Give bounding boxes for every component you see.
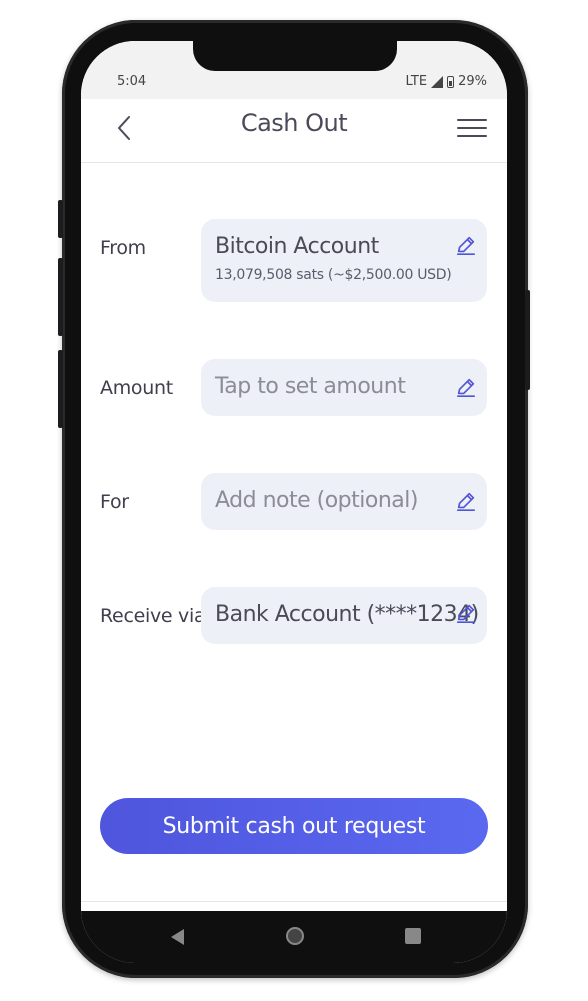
note-field[interactable]: Add note (optional) [201, 473, 487, 530]
nav-home-icon[interactable] [286, 927, 304, 945]
from-account-field[interactable]: Bitcoin Account 13,079,508 sats (~$2,500… [201, 219, 487, 302]
volume-down-button [58, 350, 63, 428]
edit-pencil-icon[interactable] [455, 234, 477, 256]
hamburger-menu-icon[interactable] [457, 113, 487, 143]
amount-placeholder: Tap to set amount [215, 374, 406, 399]
nav-recents-icon[interactable] [405, 928, 421, 944]
edit-pencil-icon[interactable] [455, 490, 477, 512]
app-header: Cash Out [81, 99, 507, 163]
edit-pencil-icon[interactable] [455, 602, 477, 624]
submit-cash-out-button[interactable]: Submit cash out request [100, 798, 488, 854]
battery-icon [447, 75, 455, 88]
amount-label: Amount [100, 377, 173, 399]
volume-button [58, 200, 63, 238]
edit-pencil-icon[interactable] [455, 376, 477, 398]
receive-via-field[interactable]: Bank Account (****1234) [201, 587, 487, 644]
page-title: Cash Out [240, 109, 348, 137]
network-type: LTE [405, 74, 428, 89]
signal-icon [431, 75, 444, 88]
system-nav-bar [81, 911, 507, 963]
from-label: From [100, 237, 146, 259]
for-label: For [100, 491, 129, 513]
power-button [525, 290, 530, 390]
camera-notch [193, 41, 397, 71]
from-account-name: Bitcoin Account [215, 234, 379, 259]
battery-level: 29% [458, 74, 487, 89]
volume-up-button [58, 258, 63, 336]
from-account-balance: 13,079,508 sats (~$2,500.00 USD) [215, 267, 452, 283]
nav-back-icon[interactable] [171, 929, 184, 945]
receive-via-label: Receive via [100, 605, 206, 627]
amount-field[interactable]: Tap to set amount [201, 359, 487, 416]
status-time: 5:04 [117, 74, 147, 89]
phone-screen: 5:04 LTE 29% Cash Out From Bitcoin Accou… [81, 41, 507, 963]
receive-via-account: Bank Account (****1234) [215, 602, 479, 627]
note-placeholder: Add note (optional) [215, 488, 418, 513]
status-bar: 5:04 LTE 29% [81, 41, 507, 99]
status-indicators: LTE 29% [405, 74, 487, 89]
divider [81, 901, 507, 902]
